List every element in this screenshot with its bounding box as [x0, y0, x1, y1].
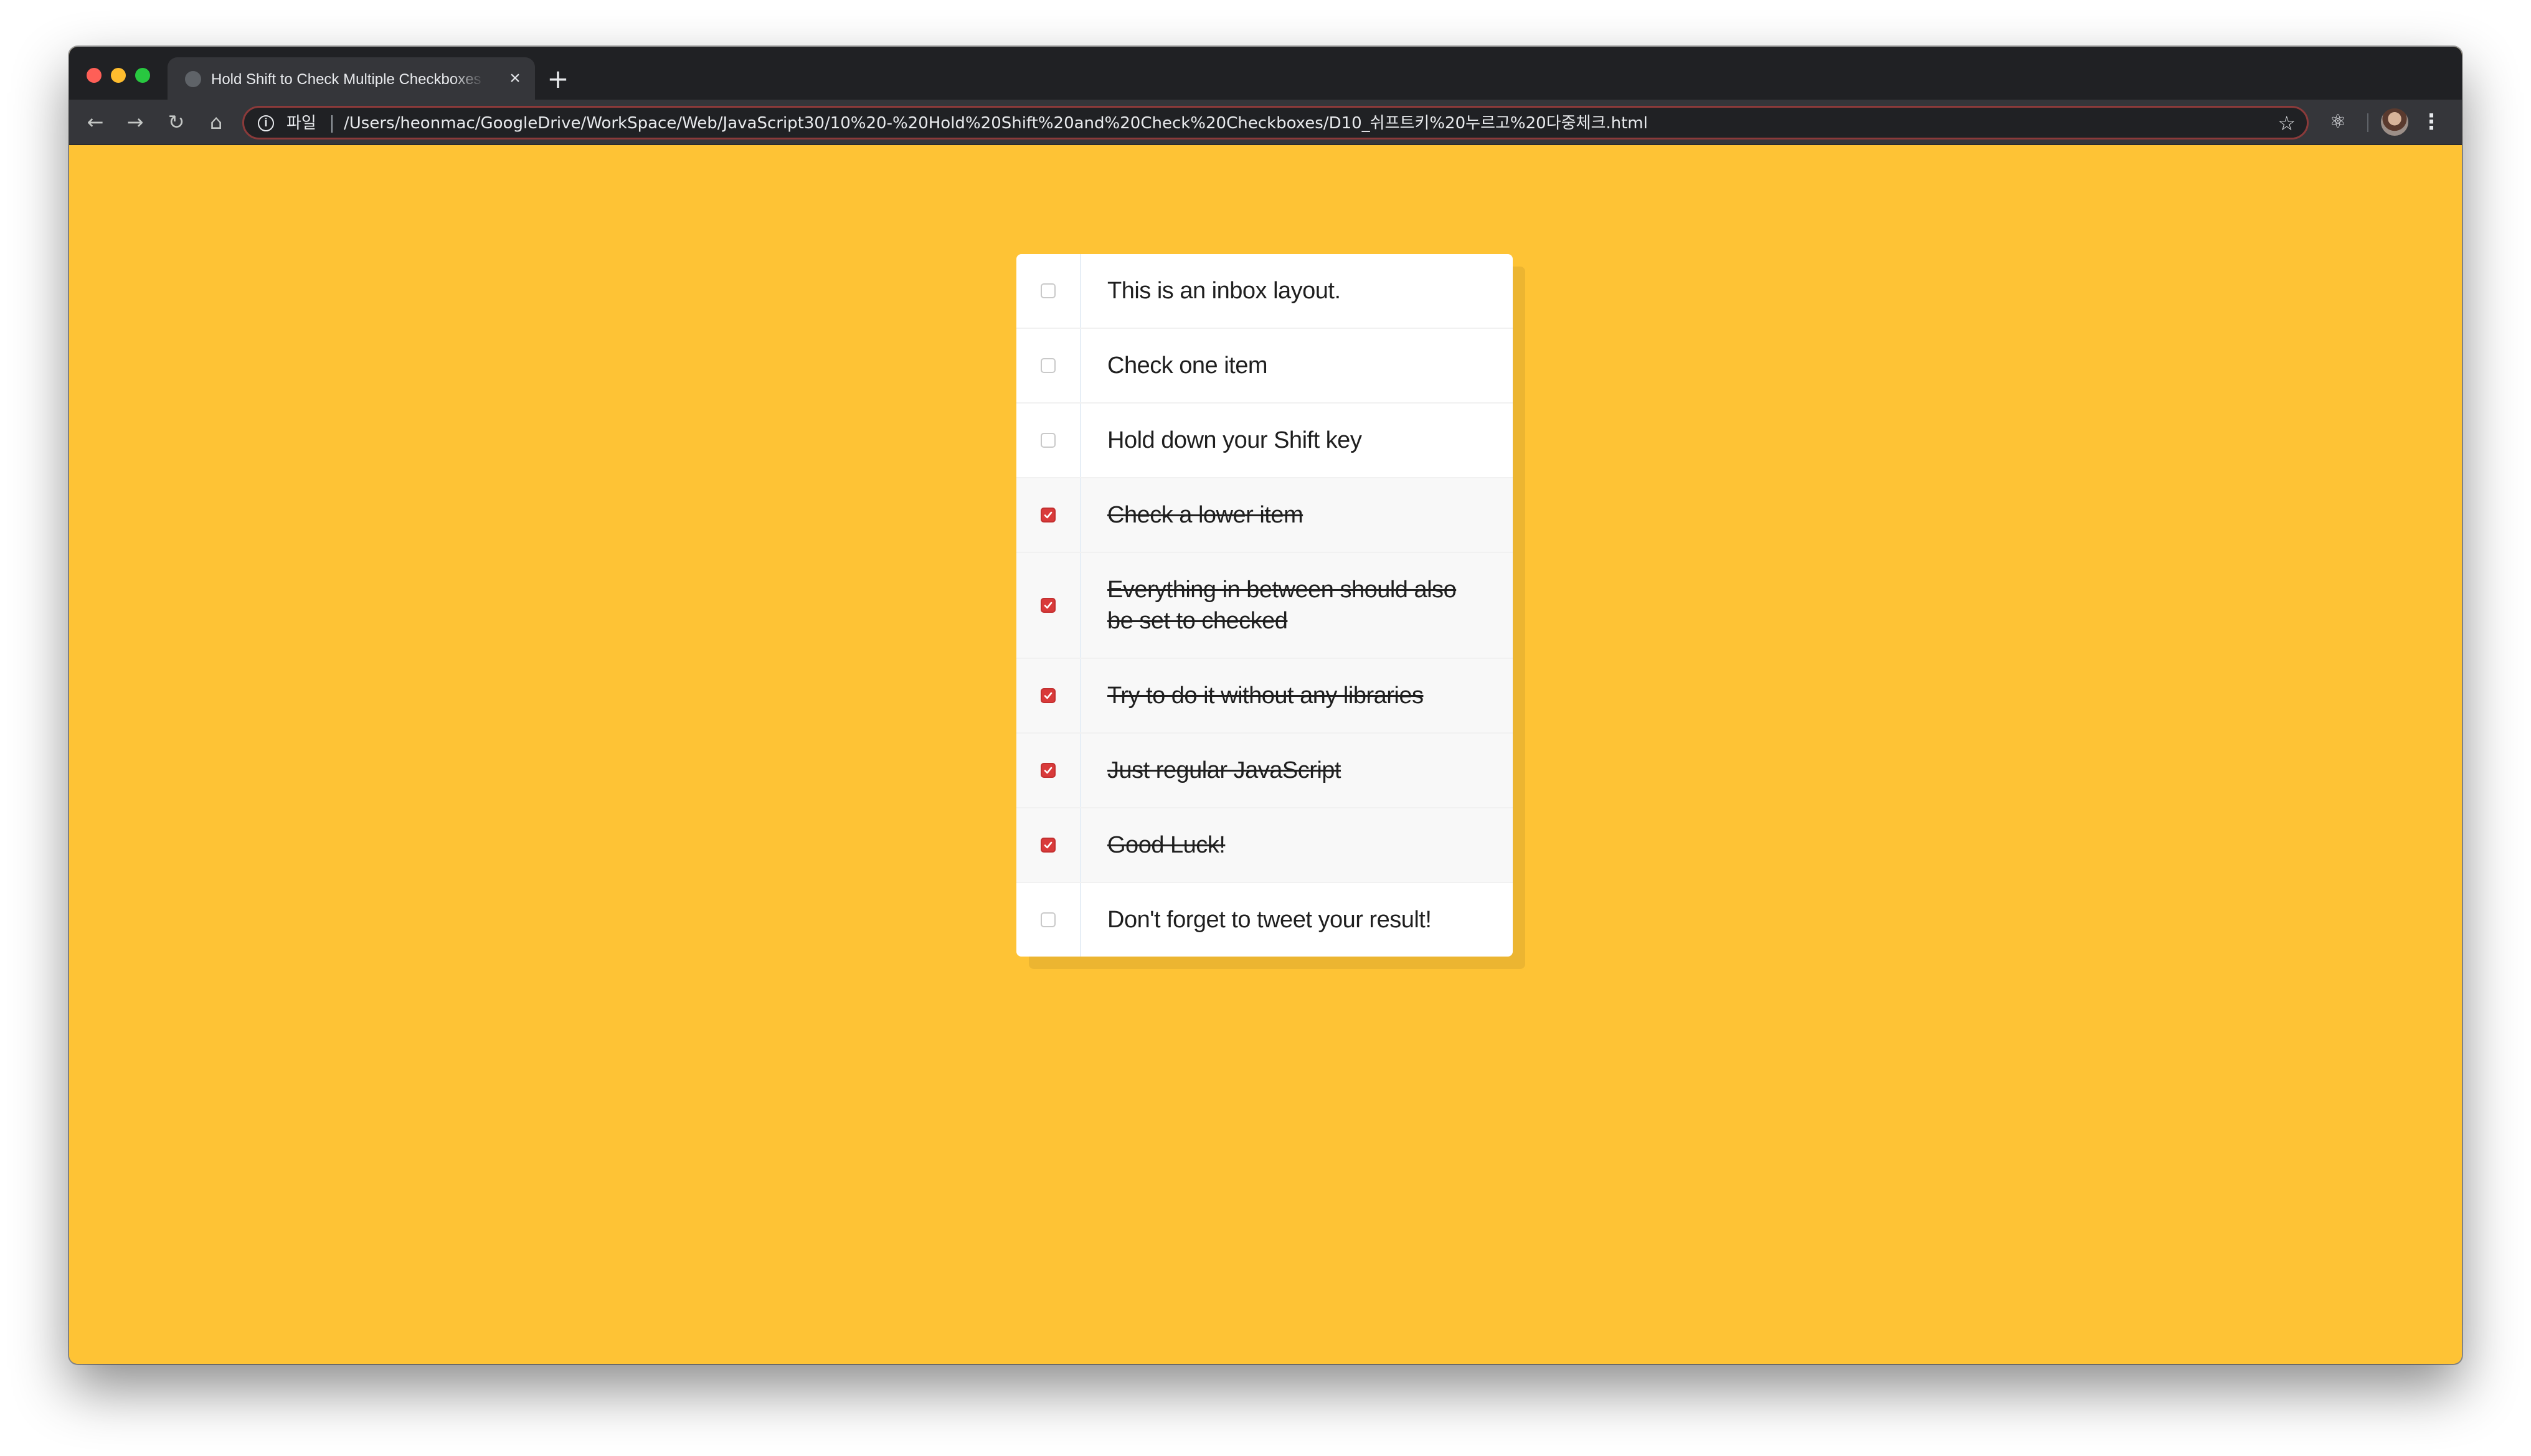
browser-tab[interactable]: Hold Shift to Check Multiple Checkboxes …	[168, 57, 535, 100]
checkbox-unchecked[interactable]	[1041, 358, 1056, 373]
checkbox-checked[interactable]	[1041, 838, 1056, 853]
checkbox-cell	[1016, 254, 1081, 328]
item-label: Everything in between should also be set…	[1107, 577, 1457, 634]
more-menu-icon[interactable]: ⋮	[2421, 108, 2442, 136]
inbox-item: This is an inbox layout.	[1016, 254, 1513, 329]
home-icon[interactable]: ⌂	[202, 108, 230, 136]
reload-icon[interactable]: ↻	[163, 108, 190, 136]
divider	[331, 115, 333, 133]
checkbox-unchecked[interactable]	[1041, 283, 1056, 298]
page-content: This is an inbox layout. Check one item Ho…	[69, 145, 2462, 1364]
bookmark-star-icon[interactable]: ☆	[2278, 111, 2296, 135]
checkmark-icon	[1044, 602, 1053, 609]
minimize-window-button[interactable]	[111, 68, 126, 83]
checkbox-cell	[1016, 478, 1081, 552]
inbox-item: Hold down your Shift key	[1016, 404, 1513, 478]
info-icon[interactable]: i	[258, 115, 274, 131]
browser-window: Hold Shift to Check Multiple Checkboxes …	[69, 47, 2462, 1364]
item-label: Good Luck!	[1107, 832, 1226, 858]
react-extension-icon[interactable]: ⚛	[2325, 109, 2351, 135]
checkbox-cell	[1016, 808, 1081, 882]
checkmark-icon	[1044, 692, 1053, 699]
item-label: This is an inbox layout.	[1107, 278, 1341, 304]
browser-toolbar: ← → ↻ ⌂ i 파일 /Users/heonmac/GoogleDrive/…	[69, 100, 2462, 145]
inbox-item: Don't forget to tweet your result!	[1016, 883, 1513, 957]
forward-arrow-icon[interactable]: →	[121, 108, 149, 136]
item-label: Try to do it without any libraries	[1107, 683, 1424, 709]
item-label: Check one item	[1107, 352, 1268, 379]
inbox-item: Check a lower item	[1016, 478, 1513, 553]
checkbox-checked[interactable]	[1041, 763, 1056, 778]
close-window-button[interactable]	[87, 68, 102, 83]
inbox-item: Check one item	[1016, 329, 1513, 404]
inbox-item: Try to do it without any libraries	[1016, 659, 1513, 734]
checkbox-cell	[1016, 329, 1081, 402]
tab-title: Hold Shift to Check Multiple Checkboxes	[211, 71, 481, 88]
checkbox-checked[interactable]	[1041, 508, 1056, 522]
new-tab-button[interactable]: +	[546, 66, 570, 92]
checkbox-unchecked[interactable]	[1041, 433, 1056, 448]
url-text[interactable]: /Users/heonmac/GoogleDrive/WorkSpace/Web…	[344, 113, 1648, 133]
item-label: Check a lower item	[1107, 502, 1303, 528]
checkbox-cell	[1016, 553, 1081, 658]
divider	[2367, 113, 2368, 132]
item-label: Don't forget to tweet your result!	[1107, 907, 1432, 933]
inbox-item: Just regular JavaScript	[1016, 734, 1513, 808]
item-label: Hold down your Shift key	[1107, 427, 1362, 453]
checkbox-unchecked[interactable]	[1041, 912, 1056, 927]
checkmark-icon	[1044, 511, 1053, 519]
scheme-label: 파일	[286, 114, 316, 133]
checkmark-icon	[1044, 841, 1053, 849]
close-tab-icon[interactable]: ×	[505, 69, 525, 88]
maximize-window-button[interactable]	[135, 68, 150, 83]
checkbox-cell	[1016, 659, 1081, 732]
checkbox-checked[interactable]	[1041, 598, 1056, 613]
tab-strip: Hold Shift to Check Multiple Checkboxes …	[69, 47, 2462, 100]
checkbox-cell	[1016, 404, 1081, 477]
inbox-item: Everything in between should also be set…	[1016, 553, 1513, 659]
address-bar[interactable]: i 파일 /Users/heonmac/GoogleDrive/WorkSpac…	[242, 106, 2309, 139]
checkbox-cell	[1016, 734, 1081, 807]
inbox-list: This is an inbox layout. Check one item Ho…	[1016, 254, 1513, 957]
profile-avatar[interactable]	[2381, 108, 2408, 136]
inbox-item: Good Luck!	[1016, 808, 1513, 883]
back-arrow-icon[interactable]: ←	[82, 108, 109, 136]
checkbox-checked[interactable]	[1041, 688, 1056, 703]
item-label: Just regular JavaScript	[1107, 757, 1341, 783]
checkmark-icon	[1044, 767, 1053, 774]
checkbox-cell	[1016, 883, 1081, 957]
globe-icon	[185, 71, 201, 87]
